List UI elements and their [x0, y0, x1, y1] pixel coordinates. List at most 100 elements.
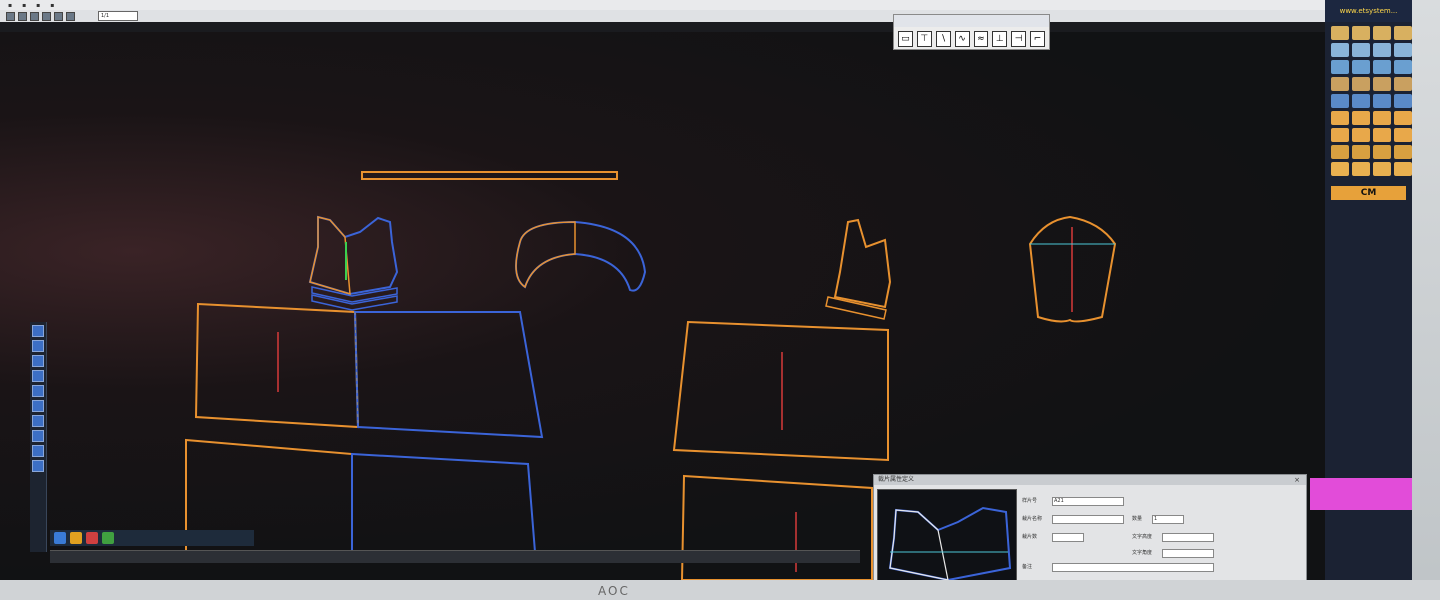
- palette-titlebar[interactable]: [894, 15, 1049, 27]
- tool-button[interactable]: [1331, 128, 1349, 142]
- tool-icon[interactable]: [32, 460, 44, 472]
- start-icon[interactable]: [54, 532, 66, 544]
- tool-button[interactable]: [1373, 145, 1391, 159]
- tool-button[interactable]: [1352, 26, 1370, 40]
- menu-item[interactable]: ▪: [50, 2, 54, 9]
- skirt-piece-3: [680, 474, 873, 580]
- tool-button[interactable]: [1394, 162, 1412, 176]
- slash-tool-button[interactable]: ∖: [935, 31, 951, 47]
- tool-button[interactable]: [1331, 26, 1349, 40]
- save-icon[interactable]: [30, 11, 39, 21]
- back-bodice-piece: [833, 218, 892, 309]
- cut-count-input[interactable]: [1052, 533, 1084, 542]
- skirt-panel-left: [194, 302, 360, 429]
- color-swatch: [1310, 478, 1412, 510]
- tool-button[interactable]: [1352, 60, 1370, 74]
- preview-svg: [888, 506, 1012, 580]
- piece-name-label: 裁片名称: [1022, 516, 1043, 522]
- tool-button[interactable]: [1352, 111, 1370, 125]
- dialog-form: 样片号 A21 裁片名称 数量 1 裁片数 文字高度 文字角度 备注 确认 取消…: [1022, 493, 1302, 580]
- tool-button[interactable]: [1394, 77, 1412, 91]
- rect-tool-button[interactable]: ▭: [898, 31, 913, 47]
- print-icon[interactable]: [42, 11, 51, 21]
- skirt-piece-2: [672, 320, 889, 462]
- piece-name-input[interactable]: [1052, 515, 1124, 524]
- horizontal-scrollbar[interactable]: [50, 550, 860, 563]
- collar-inner: [515, 221, 576, 289]
- t-tool-button[interactable]: ⊤: [916, 31, 932, 47]
- brand-banner: www.etsystem...: [1325, 0, 1412, 22]
- bodice-strip-2: [311, 294, 398, 311]
- skirt-panel-right: [353, 311, 544, 439]
- count-label: 数量: [1132, 516, 1143, 522]
- tool-button[interactable]: [1331, 145, 1349, 159]
- remark-input[interactable]: [1052, 563, 1214, 572]
- app-icon[interactable]: [86, 532, 98, 544]
- tool-icon[interactable]: [32, 325, 44, 337]
- tool-icon[interactable]: [32, 400, 44, 412]
- bodice-strip: [311, 286, 398, 303]
- folder-icon[interactable]: [70, 532, 82, 544]
- text-angle-input[interactable]: [1162, 549, 1214, 558]
- monitor-bezel-bottom: [0, 580, 1440, 600]
- tool-button[interactable]: [1394, 94, 1412, 108]
- tool-button[interactable]: [1373, 43, 1391, 57]
- open-icon[interactable]: [18, 11, 27, 21]
- redo-icon[interactable]: [66, 11, 75, 21]
- menu-item[interactable]: ▪: [36, 2, 40, 9]
- tool-icon[interactable]: [32, 385, 44, 397]
- tool-icon[interactable]: [32, 340, 44, 352]
- tool-button[interactable]: [1373, 111, 1391, 125]
- tool-button[interactable]: [1331, 94, 1349, 108]
- tool-button[interactable]: [1331, 60, 1349, 74]
- size-dropdown[interactable]: 1/1: [98, 11, 138, 21]
- tool-button[interactable]: [1394, 26, 1412, 40]
- undo-icon[interactable]: [54, 11, 63, 21]
- tool-icon[interactable]: [32, 445, 44, 457]
- dialog-title: 裁片属性定义: [874, 475, 1306, 485]
- unit-cm-button[interactable]: CM: [1331, 186, 1406, 200]
- new-icon[interactable]: [6, 11, 15, 21]
- cut-count-label: 裁片数: [1022, 534, 1038, 540]
- perp-tool-button[interactable]: ⊥: [992, 31, 1008, 47]
- tool-icon[interactable]: [32, 415, 44, 427]
- tool-button[interactable]: [1394, 128, 1412, 142]
- app-icon[interactable]: [102, 532, 114, 544]
- wave-tool-button[interactable]: ≈: [973, 31, 989, 47]
- tool-button[interactable]: [1352, 162, 1370, 176]
- dialog-close-icon[interactable]: ×: [1294, 476, 1300, 484]
- tool-button[interactable]: [1373, 26, 1391, 40]
- menu-item[interactable]: ▪: [8, 2, 12, 9]
- menu-item[interactable]: ▪: [22, 2, 26, 9]
- tool-button[interactable]: [1352, 43, 1370, 57]
- tool-button[interactable]: [1394, 145, 1412, 159]
- tool-button[interactable]: [1394, 43, 1412, 57]
- tool-button[interactable]: [1352, 77, 1370, 91]
- tool-button[interactable]: [1331, 162, 1349, 176]
- tool-icon[interactable]: [32, 430, 44, 442]
- tool-button[interactable]: [1394, 60, 1412, 74]
- tool-icon[interactable]: [32, 370, 44, 382]
- curve-tool-button[interactable]: ∿: [954, 31, 970, 47]
- tool-button[interactable]: [1373, 94, 1391, 108]
- piece-preview: [877, 489, 1017, 580]
- tool-button[interactable]: [1373, 128, 1391, 142]
- tool-button[interactable]: [1352, 128, 1370, 142]
- tool-button[interactable]: [1331, 77, 1349, 91]
- tool-button[interactable]: [1373, 77, 1391, 91]
- status-hint-line: [0, 22, 1372, 32]
- tick-tool-button[interactable]: ⊣: [1011, 31, 1027, 47]
- tool-button[interactable]: [1394, 111, 1412, 125]
- tool-button[interactable]: [1331, 111, 1349, 125]
- corner-tool-button[interactable]: ⌐: [1030, 31, 1045, 47]
- text-height-input[interactable]: [1162, 533, 1214, 542]
- tool-button[interactable]: [1373, 162, 1391, 176]
- piece-no-value: A21: [1054, 498, 1064, 504]
- tool-icon[interactable]: [32, 355, 44, 367]
- tool-button[interactable]: [1373, 60, 1391, 74]
- remark-label: 备注: [1022, 564, 1033, 570]
- tool-button[interactable]: [1352, 94, 1370, 108]
- left-tool-strip: [30, 322, 47, 552]
- tool-button[interactable]: [1331, 43, 1349, 57]
- tool-button[interactable]: [1352, 145, 1370, 159]
